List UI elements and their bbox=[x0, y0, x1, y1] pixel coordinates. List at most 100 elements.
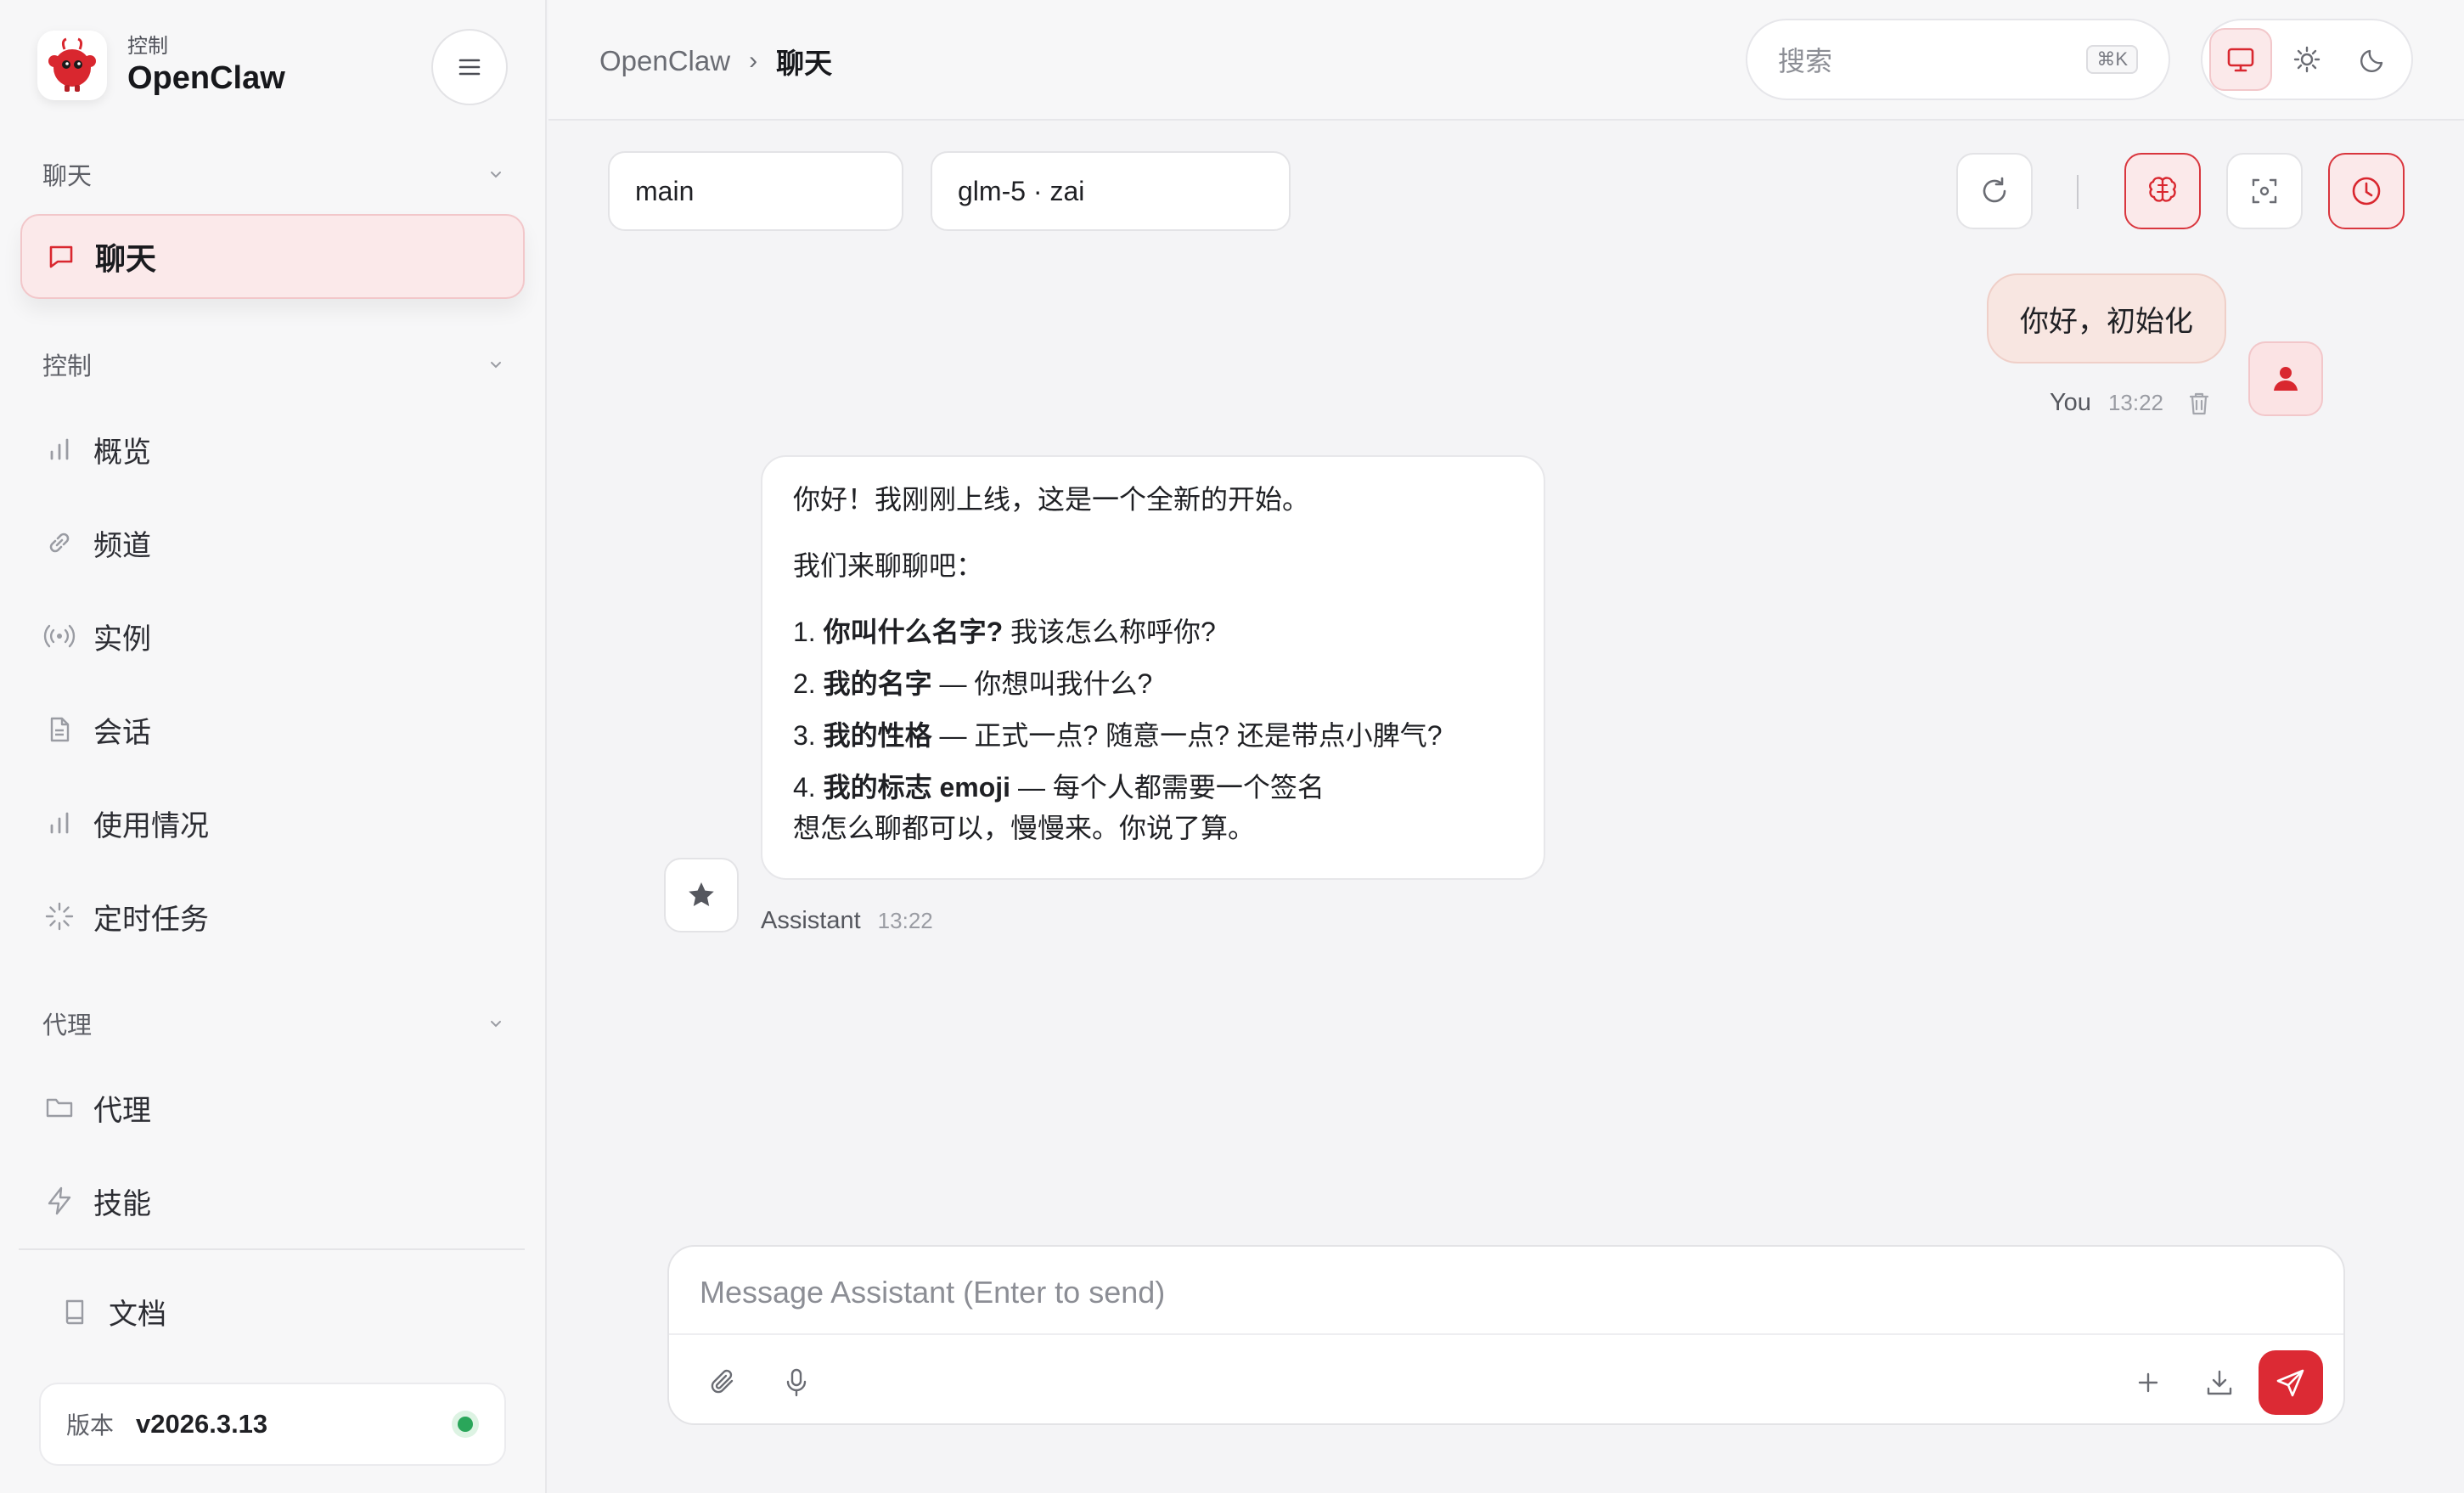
refresh-icon bbox=[1983, 177, 2006, 203]
brain-icon bbox=[2149, 177, 2176, 202]
clock-icon bbox=[2352, 177, 2381, 206]
send-button[interactable] bbox=[2259, 1350, 2323, 1415]
theme-dark-button[interactable] bbox=[2342, 28, 2405, 91]
sidebar-item-instances[interactable]: 实例 bbox=[42, 606, 518, 667]
sidebar-item-label: 定时任务 bbox=[93, 903, 209, 936]
version-label: 版本 bbox=[66, 1412, 115, 1439]
status-online-indicator bbox=[452, 1411, 479, 1438]
search-input[interactable]: 搜索 ⌘K bbox=[1746, 19, 2170, 100]
send-icon bbox=[2276, 1369, 2304, 1397]
user-message-meta: You 13:22 bbox=[2050, 389, 2213, 417]
chat-bubble-icon bbox=[44, 239, 78, 273]
toolbar-separator bbox=[2077, 175, 2079, 209]
plus-icon bbox=[2138, 1372, 2158, 1393]
topbar: OpenClaw › 聊天 搜索 ⌘K bbox=[548, 0, 2464, 121]
assistant-message-meta: Assistant 13:22 bbox=[761, 907, 933, 935]
sidebar-item-agents[interactable]: 代理 bbox=[42, 1077, 518, 1138]
search-placeholder: 搜索 bbox=[1778, 46, 1833, 76]
list-item: 3. 我的性格 — 正式一点? 随意一点? 还是带点小脾气? bbox=[793, 720, 1443, 751]
brand-subtitle: 控制 bbox=[127, 35, 168, 58]
sidebar-item-cron[interactable]: 定时任务 bbox=[42, 886, 518, 947]
refresh-button[interactable] bbox=[1956, 153, 2033, 229]
composer-divider bbox=[669, 1333, 2343, 1335]
sidebar-item-usage[interactable]: 使用情况 bbox=[42, 792, 518, 854]
sidebar-item-label: 实例 bbox=[93, 623, 151, 656]
version-value: v2026.3.13 bbox=[136, 1409, 268, 1439]
breadcrumb: OpenClaw › 聊天 bbox=[599, 41, 832, 82]
sidebar-item-skills[interactable]: 技能 bbox=[42, 1170, 518, 1231]
export-button[interactable] bbox=[2194, 1357, 2245, 1408]
attach-button[interactable] bbox=[698, 1357, 749, 1408]
sidebar-item-docs[interactable]: 文档 bbox=[58, 1291, 166, 1332]
bar-chart-icon bbox=[42, 806, 76, 840]
link-icon bbox=[42, 526, 76, 560]
brand[interactable]: 控制 OpenClaw bbox=[37, 31, 285, 100]
session-select-value: main bbox=[635, 175, 695, 206]
section-control-label: 控制 bbox=[42, 353, 93, 380]
history-button[interactable] bbox=[2328, 153, 2405, 229]
message-composer bbox=[667, 1245, 2345, 1425]
sidebar-item-label: 聊天 bbox=[95, 241, 157, 276]
sidebar: 控制 OpenClaw 聊天 聊天 控制 概览 频道 实例 会话 使用情况 定时… bbox=[0, 0, 547, 1493]
assistant-outro: 想怎么聊都可以，慢慢来。你说了算。 bbox=[793, 813, 1256, 843]
breadcrumb-separator: › bbox=[749, 47, 758, 75]
assistant-timestamp: 13:22 bbox=[877, 908, 933, 933]
breadcrumb-current: 聊天 bbox=[776, 48, 833, 79]
section-agent-header[interactable]: 代理 bbox=[42, 1006, 504, 1041]
theme-light-button[interactable] bbox=[2276, 28, 2338, 91]
moon-icon bbox=[2360, 49, 2383, 72]
delete-message-button[interactable] bbox=[2186, 390, 2213, 417]
sidebar-item-label: 频道 bbox=[93, 529, 151, 562]
theme-system-button[interactable] bbox=[2209, 28, 2272, 91]
openclaw-logo bbox=[37, 31, 107, 100]
search-shortcut-badge: ⌘K bbox=[2086, 45, 2138, 74]
list-item: 1. 你叫什么名字? 我该怎么称呼你? bbox=[793, 617, 1216, 647]
menu-toggle-button[interactable] bbox=[431, 29, 508, 105]
sidebar-item-sessions[interactable]: 会话 bbox=[42, 699, 518, 760]
sidebar-item-chat[interactable]: 聊天 bbox=[20, 214, 525, 299]
download-icon bbox=[2207, 1370, 2232, 1395]
sidebar-item-label: 技能 bbox=[93, 1187, 151, 1220]
session-select[interactable]: main bbox=[608, 151, 903, 231]
user-message-bubble: 你好，初始化 bbox=[1987, 273, 2226, 363]
assistant-list: 1. 你叫什么名字? 我该怎么称呼你? 2. 我的名字 — 你想叫我什么? 3.… bbox=[793, 613, 1513, 806]
section-chat-header[interactable]: 聊天 bbox=[42, 156, 504, 192]
list-item: 2. 我的名字 — 你想叫我什么? bbox=[793, 668, 1153, 699]
sidebar-item-overview[interactable]: 概览 bbox=[42, 419, 518, 480]
assistant-intro: 你好！我刚刚上线，这是一个全新的开始。 bbox=[793, 484, 1310, 515]
voice-input-button[interactable] bbox=[771, 1357, 822, 1408]
trash-icon bbox=[2189, 392, 2209, 414]
sidebar-item-label: 概览 bbox=[93, 436, 151, 469]
model-select[interactable]: glm-5 · zai bbox=[931, 151, 1291, 231]
model-select-value: glm-5 · zai bbox=[958, 175, 1085, 206]
sidebar-divider bbox=[19, 1248, 525, 1250]
section-agent-label: 代理 bbox=[42, 1012, 93, 1039]
focus-mode-button[interactable] bbox=[2226, 153, 2303, 229]
version-card: 版本 v2026.3.13 bbox=[39, 1383, 506, 1466]
microphone-icon bbox=[786, 1368, 807, 1397]
sidebar-item-label: 文档 bbox=[109, 1299, 166, 1331]
thinking-toggle-button[interactable] bbox=[2124, 153, 2201, 229]
section-control-header[interactable]: 控制 bbox=[42, 346, 504, 382]
user-name: You bbox=[2050, 389, 2091, 416]
paperclip-icon bbox=[711, 1369, 734, 1394]
assistant-message-bubble: 你好！我刚刚上线，这是一个全新的开始。 我们来聊聊吧： 1. 你叫什么名字? 我… bbox=[761, 455, 1545, 880]
loader-icon bbox=[42, 899, 76, 933]
broadcast-icon bbox=[42, 619, 76, 653]
lightning-icon bbox=[42, 1184, 76, 1218]
new-chat-button[interactable] bbox=[2123, 1357, 2174, 1408]
message-input[interactable] bbox=[700, 1274, 2296, 1311]
chevron-down-icon bbox=[491, 172, 501, 178]
sidebar-item-channels[interactable]: 频道 bbox=[42, 512, 518, 573]
folder-icon bbox=[42, 1090, 76, 1124]
brand-name: OpenClaw bbox=[127, 60, 285, 96]
theme-switcher bbox=[2201, 19, 2413, 100]
user-icon bbox=[2274, 367, 2298, 391]
bar-chart-icon bbox=[42, 432, 76, 466]
breadcrumb-root[interactable]: OpenClaw bbox=[599, 45, 730, 77]
star-icon bbox=[689, 882, 714, 906]
document-icon bbox=[42, 713, 76, 746]
user-message-text: 你好，初始化 bbox=[2020, 305, 2193, 338]
sidebar-item-label: 代理 bbox=[93, 1094, 151, 1127]
sidebar-item-label: 会话 bbox=[93, 716, 151, 749]
